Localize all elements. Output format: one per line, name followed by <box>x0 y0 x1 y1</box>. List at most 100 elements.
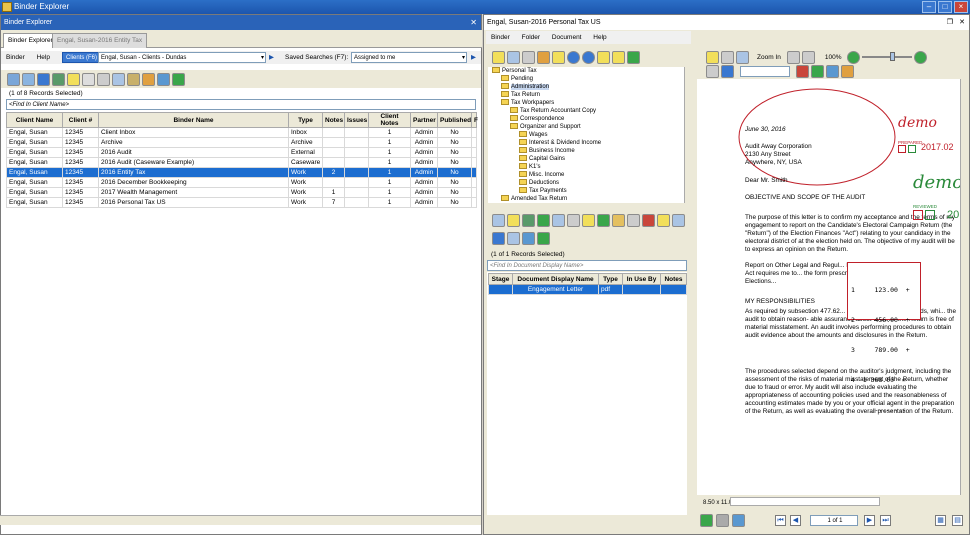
report-icon[interactable] <box>112 73 125 86</box>
close-icon[interactable]: ✕ <box>959 15 965 30</box>
tree-node[interactable]: Capital Gains <box>519 155 565 163</box>
run-icon[interactable] <box>700 514 713 527</box>
forward-icon[interactable] <box>582 51 595 64</box>
menu-folder[interactable]: Folder <box>522 34 540 41</box>
note-icon[interactable] <box>67 73 80 86</box>
tick-mark-icon[interactable] <box>796 65 809 78</box>
table-row[interactable]: Engal, Susan123452016 Personal Tax USWor… <box>7 198 477 208</box>
delete-icon[interactable] <box>642 214 655 227</box>
column-header[interactable]: Document Display Name <box>513 274 599 285</box>
first-page-button[interactable]: ⏮ <box>775 515 786 526</box>
table-row[interactable]: Engal, Susan12345ArchiveArchive1AdminNo <box>7 138 477 148</box>
filter-icon[interactable] <box>522 232 535 245</box>
flag-icon[interactable] <box>37 73 50 86</box>
menu-help-right[interactable]: Help <box>593 34 606 41</box>
layout-icon[interactable]: ▦ <box>935 515 946 526</box>
new-folder-icon[interactable] <box>492 51 505 64</box>
save-icon[interactable] <box>492 232 505 245</box>
import-icon[interactable] <box>507 214 520 227</box>
column-header[interactable]: Client Name <box>7 113 63 128</box>
tree-node[interactable]: Tax Return Accountant Copy <box>510 107 596 115</box>
annotate-icon[interactable] <box>826 65 839 78</box>
binder-icon[interactable] <box>7 73 20 86</box>
saved-search-select[interactable]: Assigned to me▾ <box>351 52 467 63</box>
copy-icon[interactable] <box>567 214 580 227</box>
document-row[interactable]: Engagement Letterpdf <box>489 285 687 295</box>
export-icon[interactable] <box>597 214 610 227</box>
column-header[interactable]: Type <box>599 274 623 285</box>
column-header[interactable]: Partner <box>411 113 438 128</box>
search-icon[interactable] <box>732 514 745 527</box>
scan-icon[interactable] <box>522 214 535 227</box>
folder-icon[interactable] <box>52 73 65 86</box>
tree-node[interactable]: Personal Tax <box>492 67 537 75</box>
tree-node[interactable]: Pending <box>501 75 533 83</box>
tree-node[interactable]: Tax Workpapers <box>501 99 554 107</box>
go-icon[interactable]: ▶ <box>471 52 476 63</box>
column-header[interactable]: Binder Name <box>99 113 289 128</box>
refresh-icon[interactable] <box>627 51 640 64</box>
rotate-icon[interactable] <box>706 65 719 78</box>
column-header[interactable]: Published <box>438 113 472 128</box>
email-icon[interactable] <box>507 232 520 245</box>
restore-icon[interactable]: ❐ <box>947 15 953 30</box>
minimize-button[interactable]: – <box>922 1 936 13</box>
folder-icon[interactable] <box>552 51 565 64</box>
tree-node[interactable]: Interest & Dividend Income <box>519 139 601 147</box>
tree-node[interactable]: Deductions <box>519 179 559 187</box>
close-button[interactable]: × <box>954 1 968 13</box>
find-client-input[interactable]: <Find In Client Name> <box>6 99 476 110</box>
column-header[interactable]: Stage <box>489 274 513 285</box>
tree-node[interactable]: Organizer and Support <box>510 123 581 131</box>
refresh-icon[interactable] <box>537 232 550 245</box>
close-icon[interactable]: ✕ <box>470 15 477 30</box>
page-select[interactable] <box>740 66 790 77</box>
column-header[interactable]: Notes <box>661 274 687 285</box>
find-document-input[interactable]: <Find In Document Display Name> <box>487 260 687 271</box>
back-icon[interactable] <box>567 51 580 64</box>
column-header[interactable]: Client # <box>63 113 99 128</box>
tree-node[interactable]: Misc. Income <box>519 171 564 179</box>
tree-scrollbar[interactable] <box>684 67 691 203</box>
move-folder-icon[interactable] <box>612 51 625 64</box>
reviewed-stamp[interactable]: demo <box>913 179 960 187</box>
tree-node[interactable]: Tax Return <box>501 91 540 99</box>
column-header[interactable]: F <box>472 113 477 128</box>
viewer-scrollbar[interactable] <box>960 79 969 495</box>
tree-node[interactable]: Amended Tax Return <box>501 195 567 203</box>
next-page-button[interactable]: ▶ <box>864 515 875 526</box>
table-row[interactable]: Engal, Susan123452016 Audit (Caseware Ex… <box>7 158 477 168</box>
maximize-button[interactable]: □ <box>938 1 952 13</box>
table-row[interactable]: Engal, Susan123452017 Wealth ManagementW… <box>7 188 477 198</box>
page-indicator-input[interactable]: 1 of 1 <box>810 515 858 526</box>
zoom-slider[interactable] <box>862 56 912 58</box>
split-view-icon[interactable]: ▤ <box>952 515 963 526</box>
zoom-value[interactable]: 100% <box>825 54 842 61</box>
table-row[interactable]: Engal, Susan12345Client InboxInbox1Admin… <box>7 128 477 138</box>
print-icon[interactable] <box>716 514 729 527</box>
calculator-tape[interactable]: 1 123.00 + 2 456.00 + 3 789.00 + 4 1 368… <box>847 262 921 320</box>
tree-node[interactable]: Wages <box>519 131 547 139</box>
previous-page-button[interactable]: ◀ <box>790 515 801 526</box>
client-select[interactable]: Engal, Susan - Clients - Dundas▾ <box>98 52 266 63</box>
print-icon[interactable] <box>672 214 685 227</box>
tree-node[interactable]: K1's <box>519 163 540 171</box>
column-header[interactable]: Issues <box>345 113 369 128</box>
clock-icon[interactable] <box>537 51 550 64</box>
last-page-button[interactable]: ⏭ <box>880 515 891 526</box>
edit-icon[interactable] <box>612 214 625 227</box>
globe-icon[interactable] <box>721 65 734 78</box>
move-icon[interactable] <box>582 214 595 227</box>
menu-binder[interactable]: Binder <box>6 54 25 61</box>
table-row[interactable]: Engal, Susan123452016 December Bookkeepi… <box>7 178 477 188</box>
tree-node[interactable]: Business Income <box>519 147 575 155</box>
zoom-in-button[interactable]: Zoom In <box>757 54 781 61</box>
tree-node[interactable]: Tax Payments <box>519 187 567 195</box>
clock-icon[interactable] <box>142 73 155 86</box>
table-row[interactable]: Engal, Susan123452016 AuditExternal1Admi… <box>7 148 477 158</box>
check-out-icon[interactable] <box>552 214 565 227</box>
new-binder-icon[interactable] <box>22 73 35 86</box>
tree-node[interactable]: Administration <box>501 83 549 91</box>
menu-binder-right[interactable]: Binder <box>491 34 510 41</box>
copy-icon[interactable] <box>522 51 535 64</box>
